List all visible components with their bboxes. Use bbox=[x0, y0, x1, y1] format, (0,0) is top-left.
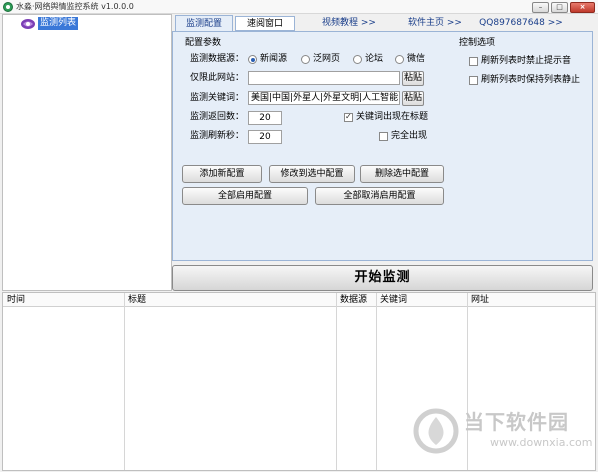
title-match-checkbox[interactable] bbox=[344, 112, 353, 122]
tab-monitor-config[interactable]: 监测配置 bbox=[175, 15, 233, 32]
full-match-checkbox[interactable] bbox=[379, 132, 388, 141]
modify-config-button[interactable]: 修改到选中配置 bbox=[269, 165, 355, 183]
keep-still-label: 刷新列表时保持列表静止 bbox=[481, 75, 581, 85]
maximize-button[interactable]: □ bbox=[551, 2, 568, 13]
mute-refresh-label: 刷新列表时禁止提示音 bbox=[481, 56, 572, 66]
column-divider bbox=[376, 293, 377, 470]
site-paste-button[interactable]: 粘贴 bbox=[402, 71, 424, 86]
column-header-keyword[interactable]: 关键词 bbox=[376, 293, 467, 307]
column-header-url[interactable]: 网址 bbox=[467, 293, 595, 307]
source-wechat-label: 微信 bbox=[407, 54, 426, 64]
keywords-paste-button[interactable]: 粘贴 bbox=[402, 91, 424, 106]
monitor-tree[interactable]: 监测列表 bbox=[2, 14, 172, 291]
return-count-label: 监测返回数： bbox=[190, 112, 245, 122]
source-news-label: 新闻源 bbox=[260, 54, 288, 64]
config-group-title: 配置参数 bbox=[185, 38, 222, 48]
keywords-label: 监测关键词： bbox=[190, 93, 245, 103]
disable-all-button[interactable]: 全部取消启用配置 bbox=[315, 187, 444, 205]
window-title: 水淼·网络舆情监控系统 v1.0.0.0 bbox=[16, 2, 134, 11]
source-web-label: 泛网页 bbox=[313, 54, 341, 64]
site-input[interactable] bbox=[248, 71, 400, 85]
keep-still-checkbox[interactable] bbox=[469, 76, 478, 85]
source-label: 监测数据源： bbox=[190, 54, 245, 64]
refresh-seconds-label: 监测刷新秒： bbox=[190, 131, 245, 141]
tree-item-monitor-list[interactable]: 监测列表 bbox=[38, 17, 79, 30]
minimize-button[interactable]: – bbox=[532, 2, 549, 13]
title-match-label: 关键词出现在标题 bbox=[356, 112, 429, 122]
add-config-button[interactable]: 添加新配置 bbox=[182, 165, 262, 183]
app-icon bbox=[3, 2, 13, 12]
watermark-logo-icon bbox=[413, 408, 459, 454]
source-web-radio[interactable] bbox=[301, 55, 310, 64]
source-forum-radio[interactable] bbox=[353, 55, 362, 64]
delete-config-button[interactable]: 删除选中配置 bbox=[360, 165, 444, 183]
qq-contact-link[interactable]: QQ897687648 >> bbox=[471, 15, 571, 32]
source-news-radio[interactable] bbox=[248, 55, 257, 64]
column-divider bbox=[467, 293, 468, 470]
watermark-url: www.downxia.com bbox=[490, 436, 593, 449]
column-divider bbox=[124, 293, 125, 470]
column-header-title[interactable]: 标题 bbox=[124, 293, 336, 307]
refresh-seconds-input[interactable]: 20 bbox=[248, 130, 282, 144]
source-forum-label: 论坛 bbox=[365, 54, 384, 64]
column-header-time[interactable]: 时间 bbox=[3, 293, 124, 307]
keywords-input[interactable]: 美国|中国|外星人|外星文明|人工智能 bbox=[248, 91, 400, 105]
enable-all-button[interactable]: 全部启用配置 bbox=[182, 187, 308, 205]
start-monitor-button[interactable]: 开始监测 bbox=[172, 265, 593, 291]
tree-folder-icon bbox=[21, 19, 35, 29]
column-divider bbox=[336, 293, 337, 470]
tab-quick-read[interactable]: 速阅窗口 bbox=[235, 16, 295, 31]
video-tutorial-link[interactable]: 视频教程 >> bbox=[318, 15, 380, 32]
return-count-input[interactable]: 20 bbox=[248, 111, 282, 125]
mute-refresh-checkbox[interactable] bbox=[469, 57, 478, 66]
full-match-label: 完全出现 bbox=[391, 131, 428, 141]
control-group-title: 控制选项 bbox=[459, 38, 496, 48]
column-header-source[interactable]: 数据源 bbox=[336, 293, 376, 307]
site-label: 仅限此网站： bbox=[190, 73, 245, 83]
watermark-title: 当下软件园 bbox=[464, 410, 569, 434]
close-button[interactable]: × bbox=[570, 2, 595, 13]
config-panel: 配置参数 监测数据源： 新闻源 泛网页 论坛 微信 仅限此网站： 粘贴 监测关键… bbox=[172, 31, 593, 261]
software-home-link[interactable]: 软件主页 >> bbox=[404, 15, 466, 32]
source-wechat-radio[interactable] bbox=[395, 55, 404, 64]
